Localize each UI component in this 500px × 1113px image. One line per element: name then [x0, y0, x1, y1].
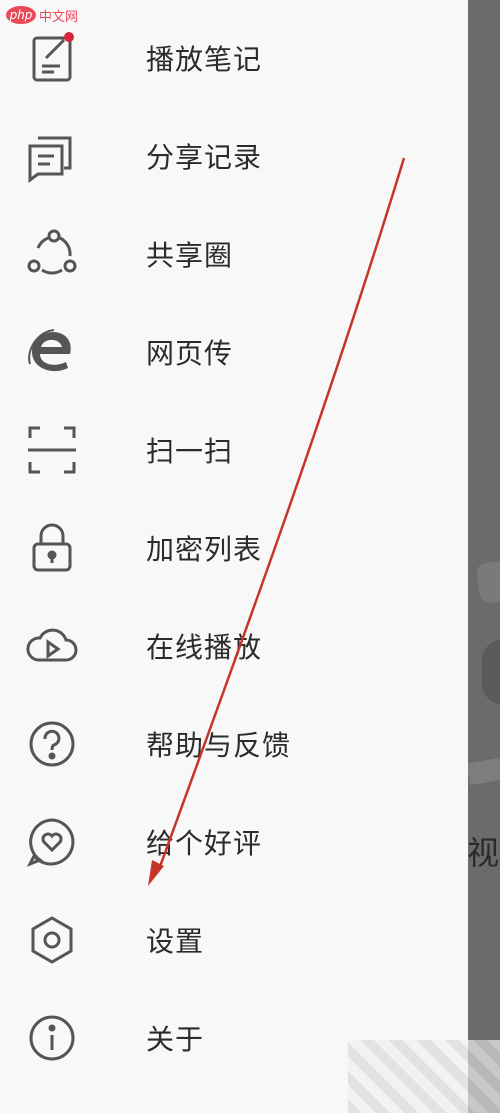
menu-label: 分享记录	[146, 141, 263, 174]
menu-item-web-transfer[interactable]: 网页传	[0, 300, 468, 398]
menu-item-share-circle[interactable]: 共享圈	[0, 202, 468, 300]
menu-label: 播放笔记	[146, 43, 263, 76]
background-page-text: 视	[467, 834, 500, 872]
note-icon	[24, 30, 80, 86]
menu-label: 设置	[146, 925, 205, 958]
menu-label: 共享圈	[146, 239, 234, 272]
menu-label: 在线播放	[146, 631, 263, 664]
mosaic-pattern	[348, 1040, 500, 1113]
share-circle-icon	[24, 226, 80, 282]
heart-bubble-icon	[24, 814, 80, 870]
web-transfer-icon	[24, 324, 80, 380]
settings-icon	[24, 912, 80, 968]
watermark-logo: php	[6, 6, 36, 24]
info-icon	[24, 1010, 80, 1066]
watermark-text: 中文网	[39, 9, 79, 25]
menu-label: 加密列表	[146, 533, 263, 566]
background-shape	[475, 556, 500, 604]
menu-item-settings[interactable]: 设置	[0, 888, 468, 986]
share-record-icon	[24, 128, 80, 184]
lock-icon	[24, 520, 80, 576]
cloud-play-icon	[24, 618, 80, 674]
menu-label: 帮助与反馈	[146, 729, 292, 762]
menu-label: 网页传	[146, 337, 234, 370]
background-shape	[468, 756, 500, 786]
menu-item-share-record[interactable]: 分享记录	[0, 104, 468, 202]
menu-item-encrypted-list[interactable]: 加密列表	[0, 496, 468, 594]
menu-item-rate-us[interactable]: 给个好评	[0, 790, 468, 888]
menu-item-help-feedback[interactable]: 帮助与反馈	[0, 692, 468, 790]
menu-label: 给个好评	[146, 827, 263, 860]
background-shape	[482, 640, 500, 704]
scrim-overlay[interactable]	[468, 0, 500, 1113]
menu-label: 关于	[146, 1023, 205, 1056]
menu-item-scan[interactable]: 扫一扫	[0, 398, 468, 496]
menu-label: 扫一扫	[146, 435, 234, 468]
navigation-drawer: 播放笔记 分享记录 共享圈 网页传 扫一扫 加密列表 在线播放 帮助与反馈 给个…	[0, 0, 468, 1113]
menu-item-online-play[interactable]: 在线播放	[0, 594, 468, 692]
watermark: php 中文网	[6, 4, 78, 26]
help-icon	[24, 716, 80, 772]
scan-icon	[24, 422, 80, 478]
